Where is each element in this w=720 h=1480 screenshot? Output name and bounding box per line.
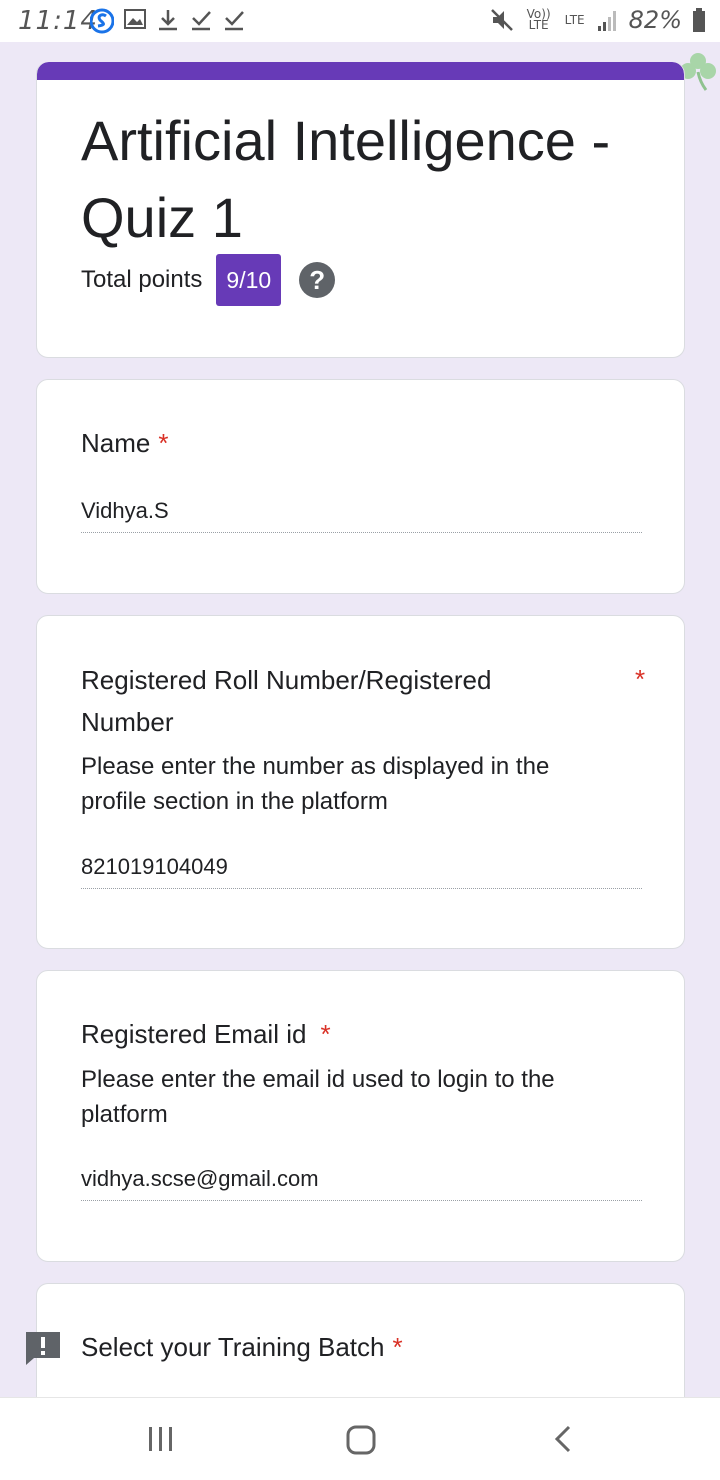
answer-roll-number[interactable]: 821019104049 bbox=[81, 854, 642, 889]
score-badge: 9/10 bbox=[216, 254, 282, 306]
question-title-text: Registered Email id bbox=[81, 1019, 307, 1049]
home-icon[interactable] bbox=[345, 1424, 377, 1456]
form-header-card: Artificial Intelligence - Quiz 1 Total p… bbox=[36, 62, 685, 358]
question-title: Name * bbox=[81, 422, 168, 464]
download-icon bbox=[159, 10, 177, 31]
required-asterisk: * bbox=[320, 1019, 331, 1049]
check-icon bbox=[192, 11, 211, 31]
required-asterisk: * bbox=[392, 1332, 403, 1362]
network-indicator-lte: LTE bbox=[564, 12, 585, 27]
answer-email[interactable]: vidhya.scse@gmail.com bbox=[81, 1166, 642, 1201]
question-title-text: Select your Training Batch bbox=[81, 1332, 385, 1362]
check-icon bbox=[225, 11, 244, 31]
status-time: 11:14 bbox=[18, 6, 98, 36]
question-title: Select your Training Batch * bbox=[81, 1326, 403, 1368]
question-card-name: Name * Vidhya.S bbox=[36, 379, 685, 594]
question-title-text: Name bbox=[81, 428, 151, 458]
back-icon[interactable] bbox=[550, 1424, 576, 1454]
network-indicator-volte: Vo)) LTE bbox=[526, 7, 551, 32]
header-accent-bar bbox=[37, 62, 684, 80]
battery-icon bbox=[693, 8, 705, 32]
help-icon[interactable]: ? bbox=[299, 262, 336, 298]
battery-level: 82% bbox=[628, 6, 682, 34]
question-title: Registered Email id * bbox=[81, 1013, 331, 1055]
feedback-flag-icon[interactable] bbox=[24, 1330, 62, 1366]
status-bar: 11:14 Vo)) LTE LTE 82% bbox=[0, 0, 720, 42]
total-points-label: Total points bbox=[81, 266, 203, 293]
required-asterisk: * bbox=[158, 428, 169, 458]
question-card-roll-number: Registered Roll Number/Registered Number… bbox=[36, 615, 685, 949]
image-icon bbox=[124, 9, 146, 29]
system-navigation-bar bbox=[0, 1397, 720, 1480]
question-description: Please enter the number as displayed in … bbox=[81, 753, 550, 815]
required-asterisk: * bbox=[635, 664, 646, 694]
question-title-text: Registered Roll Number/Registered Number bbox=[81, 665, 492, 737]
form-title: Artificial Intelligence - Quiz 1 bbox=[81, 109, 611, 249]
question-card-email: Registered Email id * Please enter the em… bbox=[36, 970, 685, 1262]
mute-icon bbox=[490, 9, 513, 31]
s-app-icon bbox=[90, 8, 114, 34]
answer-name[interactable]: Vidhya.S bbox=[81, 498, 642, 533]
recents-icon[interactable] bbox=[146, 1424, 176, 1454]
signal-icon bbox=[597, 11, 616, 31]
question-description: Please enter the email id used to login … bbox=[81, 1066, 555, 1128]
total-points-row: Total points 9/10 ? bbox=[81, 254, 336, 306]
